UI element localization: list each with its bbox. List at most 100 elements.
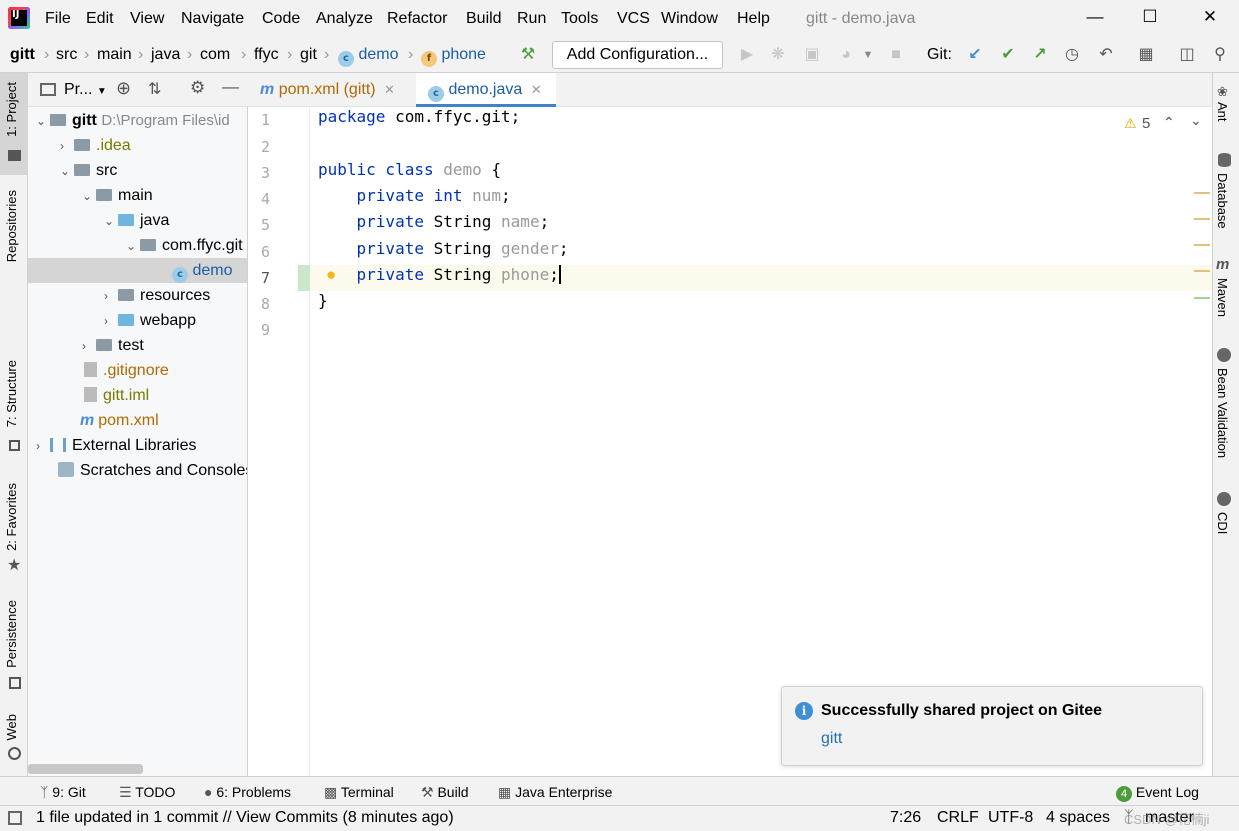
stop-icon[interactable]: ■ bbox=[886, 45, 906, 65]
code-line-1[interactable]: package com.ffyc.git; bbox=[318, 107, 520, 133]
breadcrumb-ffyc[interactable]: ffyc bbox=[254, 46, 279, 64]
gear-icon[interactable]: ⚙ bbox=[190, 78, 205, 98]
tree-item-webapp[interactable]: › webapp bbox=[28, 308, 247, 333]
breadcrumb-gitt[interactable]: gitt bbox=[10, 46, 35, 64]
tool-tab-problems[interactable]: ● 6: Problems bbox=[204, 784, 291, 800]
debug-icon[interactable]: ❋ bbox=[768, 45, 788, 65]
warning-count[interactable]: 5 bbox=[1142, 115, 1150, 132]
menu-build[interactable]: Build bbox=[466, 10, 502, 28]
dropdown-icon[interactable]: ▼ bbox=[858, 45, 878, 65]
code-line-4[interactable]: private int num; bbox=[318, 186, 511, 212]
indent-setting[interactable]: 4 spaces bbox=[1046, 809, 1110, 827]
tool-tab-structure[interactable]: 7: Structure bbox=[4, 360, 19, 427]
tree-item-external-libraries[interactable]: › External Libraries bbox=[28, 433, 247, 458]
tree-item-scratches[interactable]: Scratches and Consoles bbox=[28, 458, 247, 483]
hide-icon[interactable]: — bbox=[222, 77, 239, 97]
file-encoding[interactable]: UTF-8 bbox=[988, 809, 1033, 827]
tree-item-test[interactable]: › test bbox=[28, 333, 247, 358]
tool-tab-favorites[interactable]: 2: Favorites bbox=[4, 483, 19, 551]
notification-balloon[interactable]: i Successfully shared project on Gitee g… bbox=[781, 686, 1203, 766]
tree-item-resources[interactable]: › resources bbox=[28, 283, 247, 308]
breadcrumb-phone[interactable]: f phone bbox=[421, 46, 486, 67]
rollback-icon[interactable]: ↶ bbox=[1096, 45, 1116, 65]
menu-file[interactable]: File bbox=[45, 10, 71, 28]
tree-item-pom[interactable]: m pom.xml bbox=[28, 408, 247, 433]
git-push-icon[interactable]: ↗ bbox=[1030, 45, 1050, 65]
warning-marker[interactable] bbox=[1194, 270, 1210, 272]
git-update-icon[interactable]: ↙ bbox=[965, 45, 985, 65]
code-line-7[interactable]: private String phone; bbox=[318, 265, 561, 291]
locate-icon[interactable]: ⊕ bbox=[116, 78, 131, 99]
change-marker[interactable] bbox=[1194, 297, 1210, 299]
warning-marker[interactable] bbox=[1194, 218, 1210, 220]
breadcrumb-src[interactable]: src bbox=[56, 46, 77, 64]
add-configuration-button[interactable]: Add Configuration... bbox=[552, 41, 723, 69]
tool-tab-web[interactable]: Web bbox=[4, 714, 19, 741]
tree-item-java[interactable]: ⌄ java bbox=[28, 208, 247, 233]
tree-item-idea[interactable]: › .idea bbox=[28, 133, 247, 158]
tool-tab-git[interactable]: ᛉ 9: Git bbox=[40, 784, 86, 800]
menu-help[interactable]: Help bbox=[737, 10, 770, 28]
tool-tab-maven[interactable]: Maven bbox=[1215, 278, 1230, 317]
tree-item-gitignore[interactable]: .gitignore bbox=[28, 358, 247, 383]
code-line-3[interactable]: public class demo { bbox=[318, 160, 501, 186]
tool-tab-todo[interactable]: ☰ TODO bbox=[119, 784, 175, 801]
tree-item-package[interactable]: ⌄ com.ffyc.git bbox=[28, 233, 247, 258]
tool-tab-database[interactable]: Database bbox=[1215, 173, 1230, 229]
tool-tab-terminal[interactable]: ▩ Terminal bbox=[324, 784, 394, 801]
tool-tab-event-log[interactable]: 4 Event Log bbox=[1116, 784, 1199, 802]
minimize-icon[interactable]: — bbox=[1083, 7, 1107, 31]
code-line-6[interactable]: private String gender; bbox=[318, 239, 569, 265]
tab-pom-xml[interactable]: m pom.xml (gitt) ✕ bbox=[248, 73, 414, 107]
tool-tab-bean-validation[interactable]: Bean Validation bbox=[1215, 368, 1230, 458]
breadcrumb-main[interactable]: main bbox=[97, 46, 132, 64]
close-icon[interactable]: ✕ bbox=[1198, 7, 1222, 31]
menu-code[interactable]: Code bbox=[262, 10, 300, 28]
menu-vcs[interactable]: VCS bbox=[617, 10, 650, 28]
menu-run[interactable]: Run bbox=[517, 10, 546, 28]
menu-tools[interactable]: Tools bbox=[561, 10, 598, 28]
chevron-down-icon[interactable]: ⌄ bbox=[1190, 112, 1202, 129]
close-tab-icon[interactable]: ✕ bbox=[531, 82, 542, 97]
tool-tab-cdi[interactable]: CDI bbox=[1215, 512, 1230, 534]
menu-navigate[interactable]: Navigate bbox=[181, 10, 244, 28]
project-view-dropdown[interactable]: Pr... ▼ bbox=[64, 81, 107, 99]
coverage-icon[interactable]: ▣ bbox=[802, 45, 822, 65]
close-tab-icon[interactable]: ✕ bbox=[384, 82, 395, 97]
warning-icon[interactable]: ⚠ bbox=[1124, 115, 1137, 132]
menu-window[interactable]: Window bbox=[661, 10, 718, 28]
breadcrumb-com[interactable]: com bbox=[200, 46, 230, 64]
tool-tab-java-enterprise[interactable]: ▦ Java Enterprise bbox=[498, 784, 612, 801]
status-message[interactable]: 1 file updated in 1 commit // View Commi… bbox=[36, 809, 454, 827]
tree-item-demo[interactable]: c demo bbox=[28, 258, 247, 283]
tool-tab-persistence[interactable]: Persistence bbox=[4, 600, 19, 668]
menu-refactor[interactable]: Refactor bbox=[387, 10, 447, 28]
warning-marker[interactable] bbox=[1194, 192, 1210, 194]
run-anything-icon[interactable]: ◫ bbox=[1177, 45, 1197, 65]
line-separator[interactable]: CRLF bbox=[937, 809, 979, 827]
status-square-icon[interactable] bbox=[8, 811, 22, 825]
tree-item-main[interactable]: ⌄ main bbox=[28, 183, 247, 208]
tool-tab-build[interactable]: ⚒ Build bbox=[421, 784, 469, 801]
tool-tab-ant[interactable]: Ant bbox=[1215, 102, 1230, 122]
menu-edit[interactable]: Edit bbox=[86, 10, 114, 28]
breadcrumb-demo[interactable]: c demo bbox=[338, 46, 398, 67]
maximize-icon[interactable]: ☐ bbox=[1138, 7, 1162, 31]
collapse-all-icon[interactable]: ⇅ bbox=[148, 79, 161, 99]
code-line-5[interactable]: private String name; bbox=[318, 212, 550, 238]
tool-tab-project[interactable]: 1: Project bbox=[4, 82, 19, 137]
menu-analyze[interactable]: Analyze bbox=[316, 10, 373, 28]
breadcrumb-java[interactable]: java bbox=[151, 46, 180, 64]
warning-marker[interactable] bbox=[1194, 244, 1210, 246]
tree-item-iml[interactable]: gitt.iml bbox=[28, 383, 247, 408]
tree-item-gitt[interactable]: ⌄ gitt D:\Program Files\id bbox=[28, 108, 247, 133]
build-hammer-icon[interactable]: ⚒ bbox=[518, 45, 538, 65]
git-commit-icon[interactable]: ✔ bbox=[998, 45, 1018, 65]
run-icon[interactable]: ▶ bbox=[737, 45, 757, 65]
tree-item-src[interactable]: ⌄ src bbox=[28, 158, 247, 183]
caret-position[interactable]: 7:26 bbox=[890, 809, 921, 827]
code-line-8[interactable]: } bbox=[318, 291, 328, 317]
tool-tab-repositories[interactable]: Repositories bbox=[4, 190, 19, 262]
notification-link[interactable]: gitt bbox=[821, 730, 842, 748]
chevron-up-icon[interactable]: ⌃ bbox=[1163, 114, 1175, 131]
